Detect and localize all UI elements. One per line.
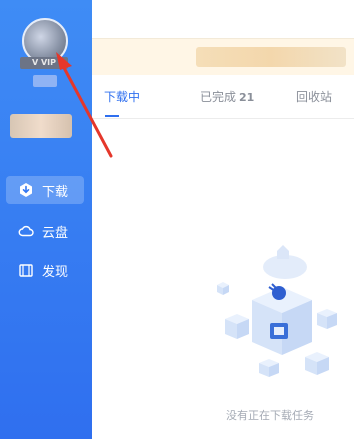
empty-state-text: 没有正在下载任务 xyxy=(226,409,314,422)
tab-bar: 下载中 已完成 21 回收站 xyxy=(92,86,354,119)
sidebar-item-download[interactable]: 下载 xyxy=(6,176,84,204)
notice-redacted xyxy=(196,47,346,67)
tab-label: 已完成 xyxy=(200,90,237,104)
cloud-icon xyxy=(18,223,34,239)
username-redacted xyxy=(33,75,57,87)
sidebar-item-label: 发现 xyxy=(42,264,69,280)
discover-icon xyxy=(18,262,34,278)
tab-recycle-bin[interactable]: 回收站 xyxy=(296,86,332,118)
main-panel: 下载中 已完成 21 回收站 没有正在下载任务 xyxy=(92,0,354,439)
notice-bar[interactable] xyxy=(92,38,354,75)
tab-label: 回收站 xyxy=(296,90,333,104)
download-icon xyxy=(18,182,34,198)
sidebar-item-cloud[interactable]: 云盘 xyxy=(6,217,84,245)
tab-completed[interactable]: 已完成 21 xyxy=(200,86,254,118)
sidebar-item-discover[interactable]: 发现 xyxy=(6,256,84,284)
cube-plug-illustration xyxy=(217,245,337,377)
active-tab-indicator xyxy=(105,115,119,117)
sidebar: V VIP 下载 云盘 发现 xyxy=(0,0,92,439)
tab-downloading[interactable]: 下载中 xyxy=(104,86,140,118)
promo-redacted[interactable] xyxy=(10,114,72,138)
vip-badge: V VIP xyxy=(20,57,68,69)
sidebar-item-label: 云盘 xyxy=(42,225,69,241)
completed-count: 21 xyxy=(239,91,255,104)
tab-label: 下载中 xyxy=(104,90,141,104)
sidebar-item-label: 下载 xyxy=(42,184,69,200)
